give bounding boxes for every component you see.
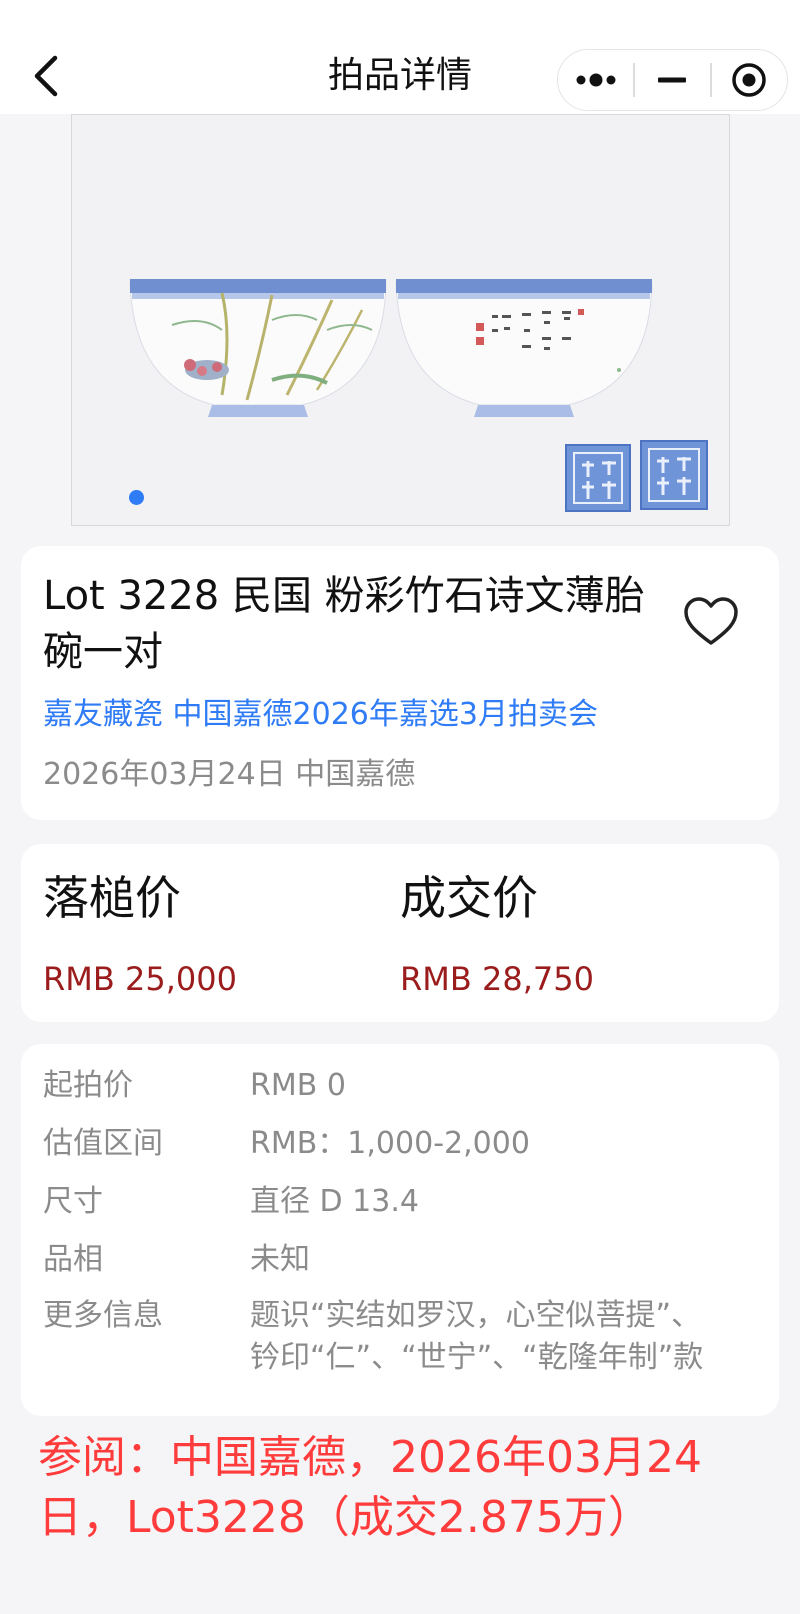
- detail-value: 直径 D 13.4: [250, 1184, 419, 1219]
- reference-line-2: 日，Lot3228（成交2.875万）: [38, 1492, 652, 1543]
- detail-value: 未知: [250, 1242, 310, 1277]
- image-carousel[interactable]: [71, 114, 730, 526]
- carousel-indicator: [129, 490, 144, 505]
- reference-line-1: 参阅：中国嘉德，2026年03月24: [38, 1432, 702, 1483]
- detail-key: 估值区间: [43, 1126, 163, 1161]
- lot-title: Lot 3228 民国 粉彩竹石诗文薄胎碗一对: [43, 573, 645, 675]
- lot-image: [72, 115, 729, 525]
- heart-outline-icon: [684, 597, 738, 645]
- detail-key: 更多信息: [43, 1298, 163, 1333]
- favorite-button[interactable]: [681, 592, 741, 652]
- detail-value-line2: 钤印“仁”、“世宁”、“乾隆年制”款: [250, 1340, 704, 1375]
- close-miniprogram-button[interactable]: [712, 50, 787, 110]
- final-price-label: 成交价: [400, 871, 538, 925]
- hammer-price-column: 落槌价 RMB 25,000: [43, 868, 237, 1000]
- final-price-column: 成交价 RMB 28,750: [400, 868, 594, 1000]
- hammer-price-label: 落槌价: [43, 871, 181, 925]
- detail-key: 起拍价: [43, 1068, 133, 1103]
- target-icon: [732, 63, 767, 97]
- minimize-button[interactable]: [635, 50, 710, 110]
- details-card: 起拍价 RMB 0 估值区间 RMB：1,000-2,000 尺寸 直径 D 1…: [21, 1044, 779, 1416]
- detail-value: 题识“实结如罗汉，心空似菩提”、: [250, 1298, 702, 1333]
- reference-note: 参阅：中国嘉德，2026年03月24 日，Lot3228（成交2.875万）: [38, 1428, 778, 1548]
- detail-key: 尺寸: [43, 1184, 103, 1219]
- detail-value: RMB 0: [250, 1068, 346, 1103]
- more-dots-icon: [576, 73, 616, 87]
- price-card: 落槌价 RMB 25,000 成交价 RMB 28,750: [21, 844, 779, 1022]
- detail-key: 品相: [43, 1242, 103, 1277]
- carousel-dot-active[interactable]: [129, 490, 144, 505]
- auction-session-link[interactable]: 嘉友藏瓷 中国嘉德2026年嘉选3月拍卖会: [43, 694, 598, 736]
- mini-program-capsule: [557, 49, 788, 111]
- final-price-value: RMB 28,750: [400, 960, 594, 998]
- auction-date-location: 2026年03月24日 中国嘉德: [43, 757, 416, 792]
- lot-info-card: Lot 3228 民国 粉彩竹石诗文薄胎碗一对 嘉友藏瓷 中国嘉德2026年嘉选…: [21, 546, 779, 820]
- minimize-icon: [658, 77, 687, 83]
- more-button[interactable]: [558, 50, 633, 110]
- detail-value: RMB：1,000-2,000: [250, 1126, 530, 1161]
- hammer-price-value: RMB 25,000: [43, 960, 237, 998]
- navigation-bar: 拍品详情: [0, 0, 800, 114]
